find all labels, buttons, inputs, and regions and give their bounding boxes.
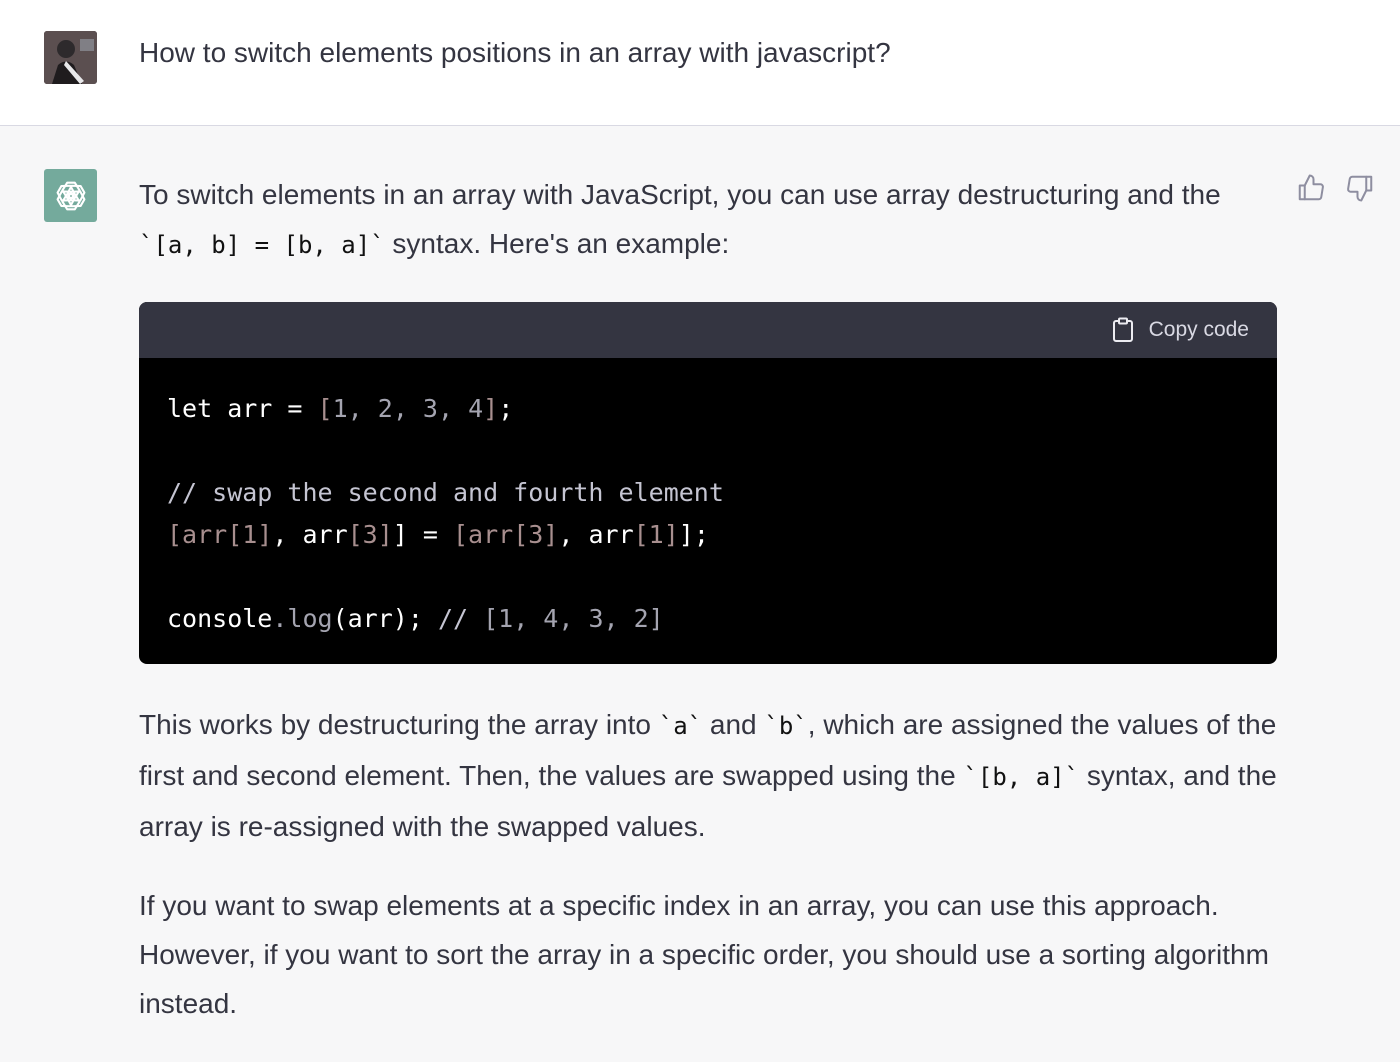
thumbs-up-button[interactable] xyxy=(1296,173,1326,203)
clipboard-icon xyxy=(1112,317,1133,342)
assistant-message-row: To switch elements in an array with Java… xyxy=(0,126,1400,1062)
thumbs-down-button[interactable] xyxy=(1345,173,1375,203)
copy-code-button[interactable]: Copy code xyxy=(1111,317,1249,343)
assistant-intro: To switch elements in an array with Java… xyxy=(139,170,1277,270)
inline-code-swap: `[b, a]` xyxy=(963,763,1080,791)
explanation-text: This works by destructuring the array in… xyxy=(139,709,659,740)
thumbs-up-icon xyxy=(1298,174,1324,201)
user-question: How to switch elements positions in an a… xyxy=(139,37,891,68)
intro-text-end: syntax. Here's an example: xyxy=(384,228,730,259)
inline-code-a: `a` xyxy=(658,712,703,740)
code-block: Copy code let arr = [1, 2, 3, 4]; // swa… xyxy=(139,302,1277,664)
code-line: // swap the second and fourth element xyxy=(167,478,724,507)
code-line: [arr[1], arr[3]] = [arr[3], arr[1]]; xyxy=(167,520,709,549)
intro-inline-code: `[a, b] = [b, a]` xyxy=(139,231,385,259)
explanation-paragraph: This works by destructuring the array in… xyxy=(139,700,1277,851)
openai-logo-icon xyxy=(44,169,97,222)
code-block-header: Copy code xyxy=(139,302,1277,358)
user-message-row: How to switch elements positions in an a… xyxy=(0,0,1400,126)
closing-text: If you want to swap elements at a specif… xyxy=(139,890,1269,1019)
code-line: console.log(arr); // [1, 4, 3, 2] xyxy=(167,604,664,633)
code-line: let arr = [1, 2, 3, 4]; xyxy=(167,394,514,423)
explanation-text: and xyxy=(702,709,765,740)
user-avatar xyxy=(44,31,97,84)
intro-text: To switch elements in an array with Java… xyxy=(139,179,1221,210)
copy-code-label: Copy code xyxy=(1148,318,1249,341)
thumbs-down-icon xyxy=(1347,175,1373,202)
inline-code-b: `b` xyxy=(764,712,808,740)
closing-paragraph: If you want to swap elements at a specif… xyxy=(139,881,1277,1028)
code-content: let arr = [1, 2, 3, 4]; // swap the seco… xyxy=(139,358,1277,640)
